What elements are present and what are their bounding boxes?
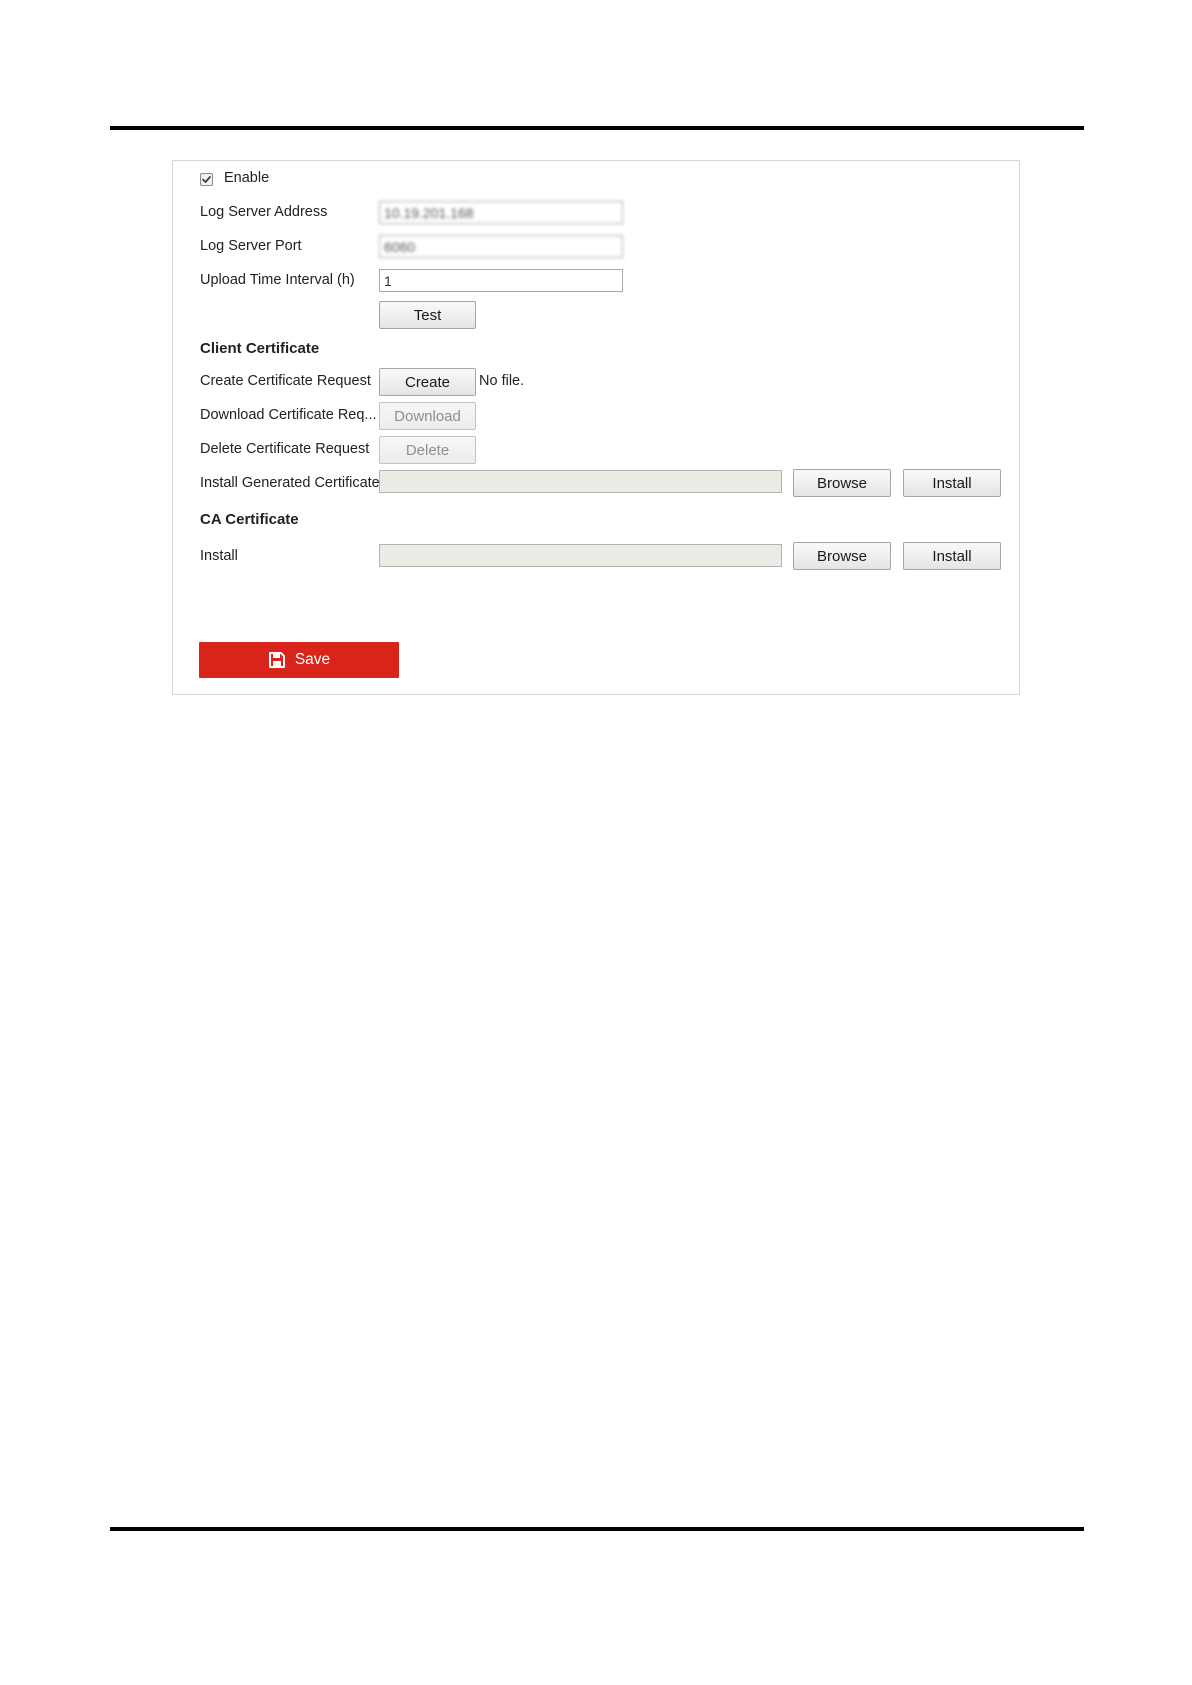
check-icon [202, 176, 211, 183]
delete-button[interactable]: Delete [379, 436, 476, 464]
page-header-rule [110, 126, 1084, 130]
enable-label: Enable [224, 170, 270, 186]
log-server-port-input[interactable] [379, 235, 623, 258]
create-status-text: No file. [479, 373, 525, 389]
download-button[interactable]: Download [379, 402, 476, 430]
enable-checkbox[interactable] [200, 173, 213, 186]
log-server-address-label: Log Server Address [200, 204, 328, 220]
ca-certificate-path-field[interactable] [379, 544, 782, 567]
browse-generated-certificate-button[interactable]: Browse [793, 469, 891, 497]
save-button[interactable]: Save [199, 642, 399, 678]
download-certificate-request-label: Download Certificate Req... [200, 407, 377, 423]
generated-certificate-path-field[interactable] [379, 470, 782, 493]
upload-time-interval-label: Upload Time Interval (h) [200, 272, 355, 288]
save-button-label: Save [294, 651, 331, 668]
create-button[interactable]: Create [379, 368, 476, 396]
install-generated-certificate-label: Install Generated Certificate [200, 475, 380, 491]
create-certificate-request-label: Create Certificate Request [200, 373, 371, 389]
log-server-settings-panel: Enable Log Server Address Log Server Por… [172, 160, 1020, 695]
page-footer-rule [110, 1527, 1084, 1531]
log-server-port-label: Log Server Port [200, 238, 302, 254]
log-server-address-input[interactable] [379, 201, 623, 224]
upload-time-interval-input[interactable] [379, 269, 623, 292]
install-generated-certificate-button[interactable]: Install [903, 469, 1001, 497]
client-certificate-heading: Client Certificate [200, 340, 320, 357]
ca-install-label: Install [200, 548, 238, 564]
test-button[interactable]: Test [379, 301, 476, 329]
delete-certificate-request-label: Delete Certificate Request [200, 441, 370, 457]
floppy-disk-icon [268, 652, 285, 668]
install-ca-certificate-button[interactable]: Install [903, 542, 1001, 570]
ca-certificate-heading: CA Certificate [200, 511, 299, 528]
browse-ca-certificate-button[interactable]: Browse [793, 542, 891, 570]
